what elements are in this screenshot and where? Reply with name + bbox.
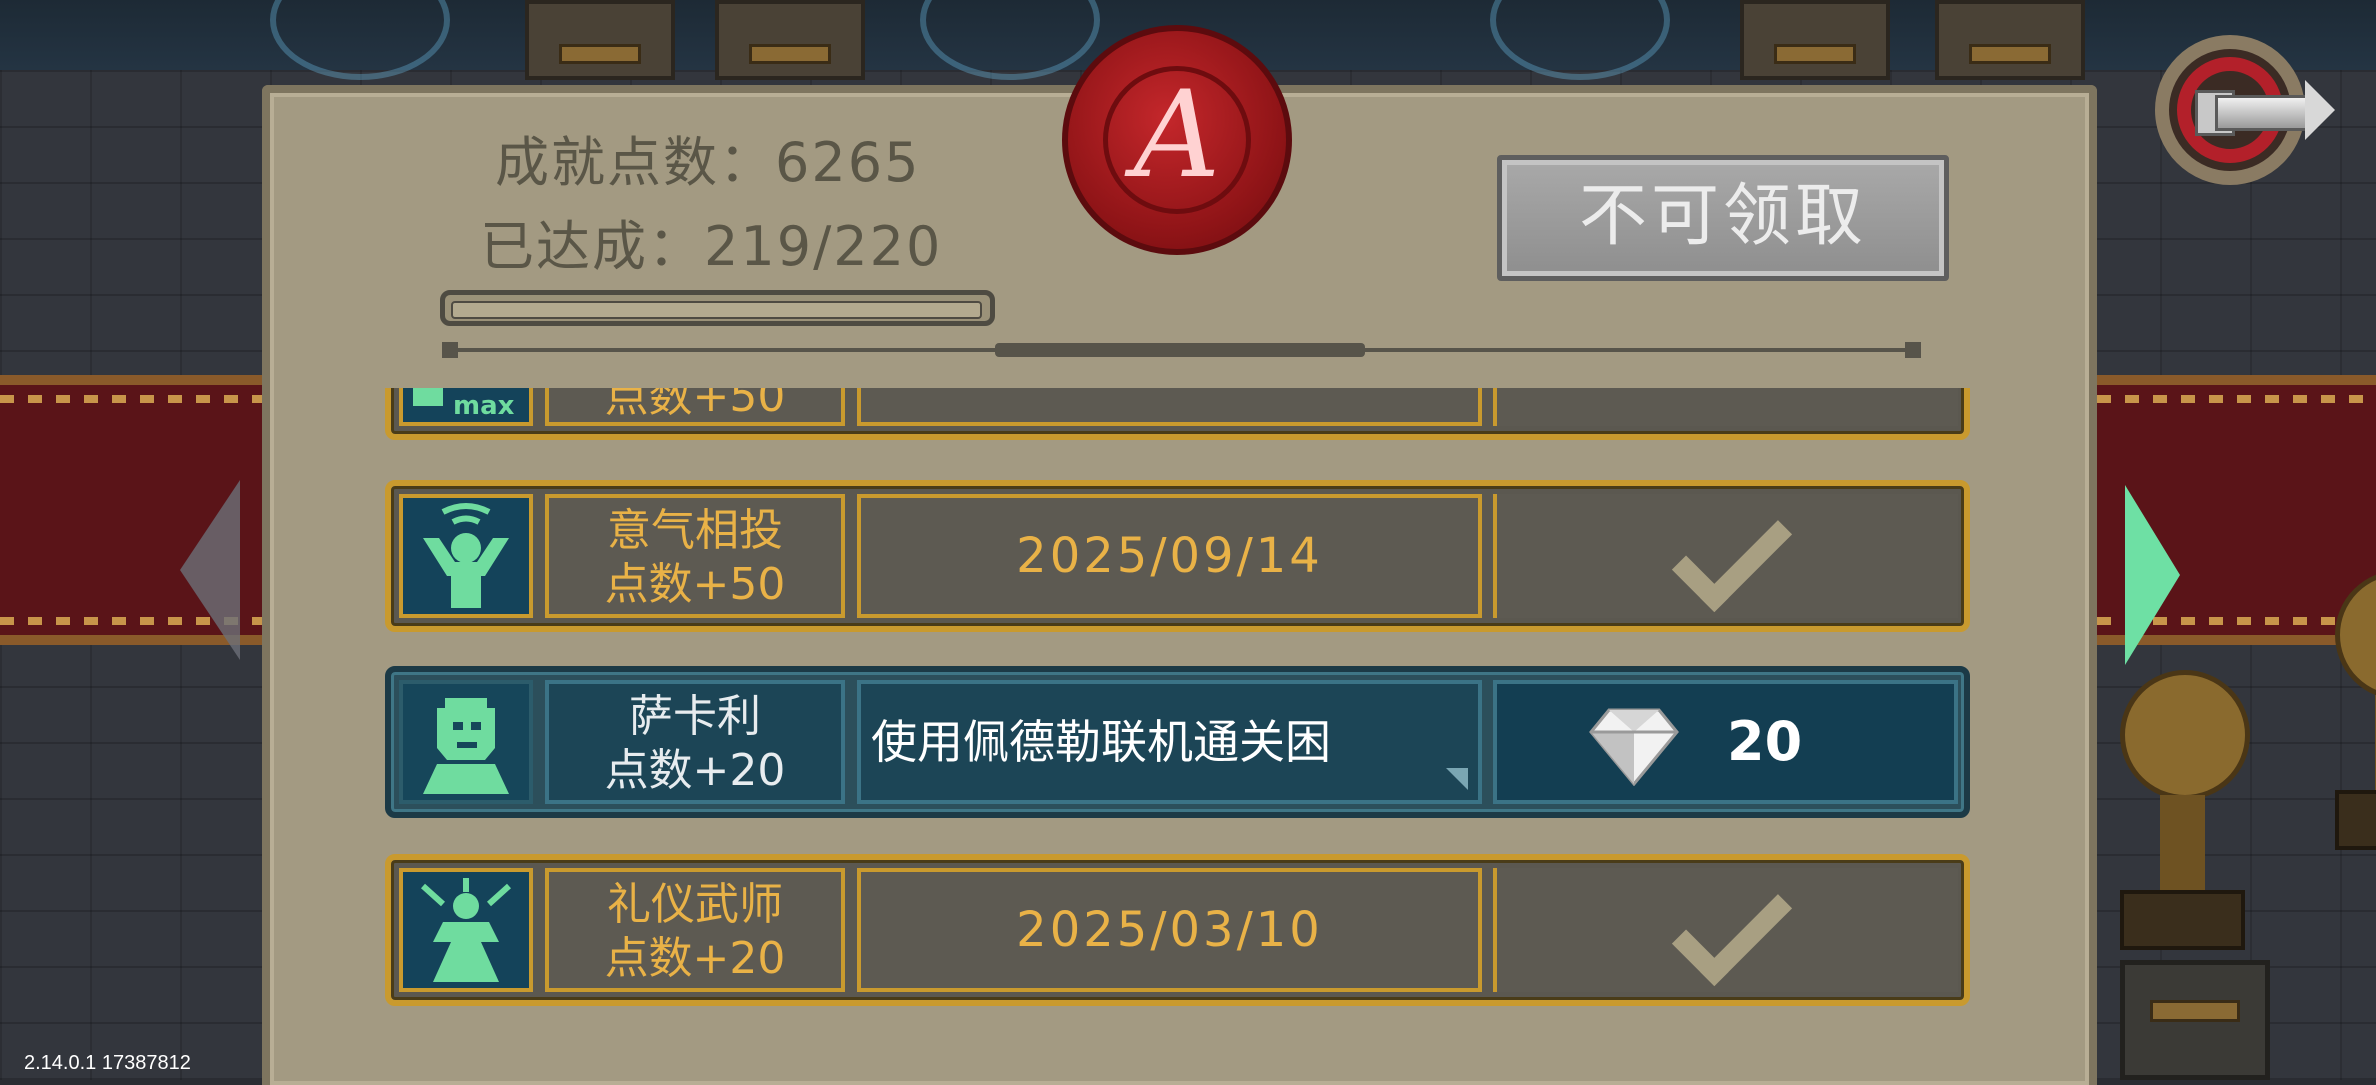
claimed-status <box>1493 865 1958 992</box>
achievement-name: 意气相投 点数+50 <box>545 494 845 618</box>
achievement-points: 点数+50 <box>604 559 786 610</box>
list-item[interactable]: 萨卡利 点数+20 使用佩德勒联机通关困 20 <box>385 666 1970 818</box>
completion-progress-bar <box>440 290 995 326</box>
achievement-points-label: 成就点数：6265 <box>495 131 921 194</box>
claim-button[interactable]: 不可领取 <box>1497 155 1949 281</box>
achievement-points: 点数+50 <box>604 388 786 422</box>
bowing-martial-artist-icon <box>420 878 512 982</box>
max-badge-icon: max <box>413 388 515 421</box>
chevron-right-icon[interactable] <box>2125 485 2180 665</box>
achievement-name: 萨卡利 点数+20 <box>545 680 845 804</box>
achievement-date <box>857 388 1482 426</box>
claimed-status <box>1493 388 1958 426</box>
back-button[interactable] <box>2155 35 2335 185</box>
achievement-completed-label: 已达成：219/220 <box>480 215 943 278</box>
achievement-name: 点数+50 <box>545 388 845 426</box>
achievement-title: 礼仪武师 <box>607 879 783 930</box>
back-arrow-tip <box>2305 80 2335 140</box>
crate-decoration <box>1935 0 2085 80</box>
seal-letter: A <box>1133 66 1221 205</box>
diamond-gem-icon <box>1589 708 1679 786</box>
crate-decoration <box>715 0 865 80</box>
reward-gem-count: 20 <box>1727 710 1803 773</box>
achievement-title: 意气相投 <box>607 505 783 556</box>
list-item[interactable]: 礼仪武师 点数+20 2025/03/10 <box>385 854 1970 1006</box>
list-scroll-thumb[interactable] <box>995 343 1365 357</box>
svg-text:max: max <box>453 391 515 421</box>
wax-seal-emblem: A <box>1062 25 1292 255</box>
reward-button[interactable]: 20 <box>1493 680 1958 804</box>
achievement-icon <box>399 868 533 992</box>
list-item[interactable]: 意气相投 点数+50 2025/09/14 <box>385 480 1970 632</box>
expand-corner-icon[interactable] <box>1446 768 1468 790</box>
achievement-date: 2025/09/14 <box>857 494 1482 618</box>
chevron-left-icon[interactable] <box>180 480 240 660</box>
achievement-icon <box>399 680 533 804</box>
warrior-portrait-icon <box>423 698 509 794</box>
crate-decoration <box>1740 0 1890 80</box>
achievement-description-text: 使用佩德勒联机通关困 <box>871 715 1331 769</box>
cheering-figure-icon <box>423 503 509 608</box>
back-arrow-icon <box>2215 95 2311 131</box>
crate-decoration <box>525 0 675 80</box>
achievement-date: 2025/03/10 <box>857 868 1482 992</box>
octopus-statue-decoration <box>2100 670 2260 960</box>
claimed-status <box>1493 491 1958 618</box>
completion-progress-fill <box>451 301 982 319</box>
achievement-icon <box>399 494 533 618</box>
scroll-track-start <box>442 342 458 358</box>
achievement-icon: max <box>399 388 533 426</box>
achievement-description[interactable]: 使用佩德勒联机通关困 <box>857 680 1482 804</box>
achievement-list[interactable]: max 点数+50 意气相投 点数+50 2025/09/14 萨卡利 点数+2… <box>385 388 1975 1080</box>
statue-decoration <box>2315 570 2376 860</box>
checkmark-icon <box>1671 491 1793 613</box>
achievement-points: 点数+20 <box>604 745 786 796</box>
achievement-title: 萨卡利 <box>629 691 761 742</box>
version-label: 2.14.0.1 17387812 <box>24 1052 191 1074</box>
achievement-name: 礼仪武师 点数+20 <box>545 868 845 992</box>
pedestal-decoration <box>2120 960 2270 1080</box>
scroll-track-end <box>1905 342 1921 358</box>
achievement-points: 点数+20 <box>604 933 786 984</box>
list-item[interactable]: max 点数+50 <box>385 388 1970 440</box>
checkmark-icon <box>1671 865 1793 987</box>
